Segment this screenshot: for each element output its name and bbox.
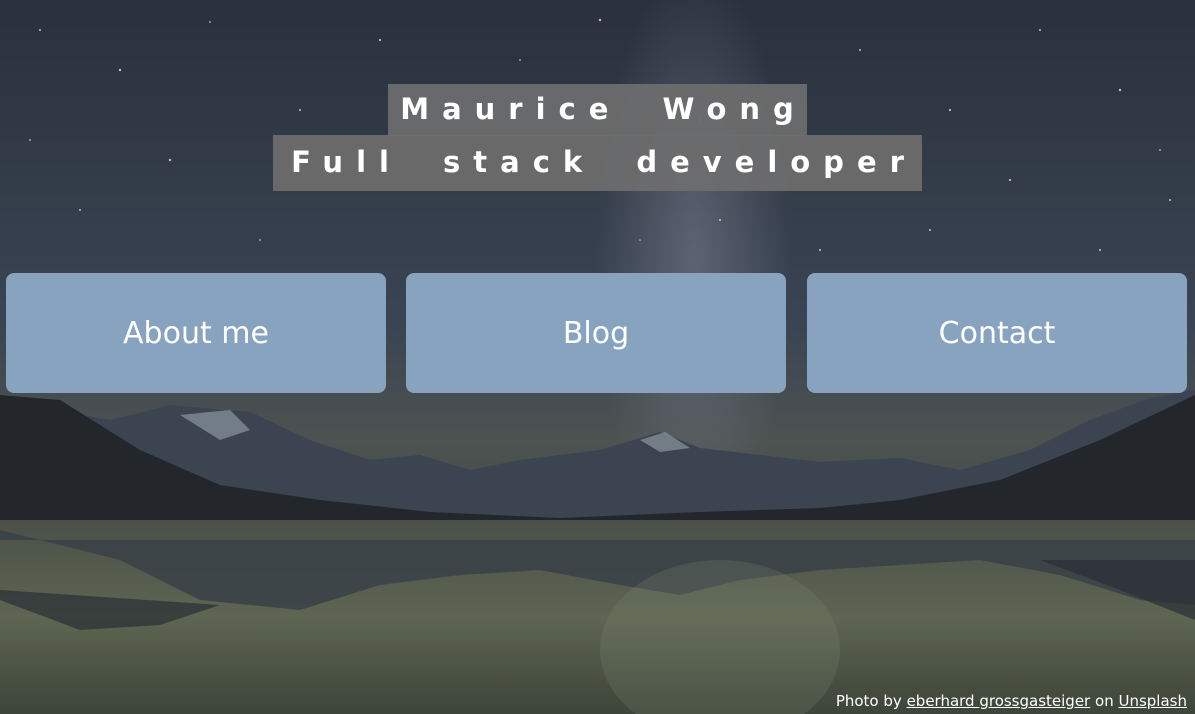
site-owner-name: Maurice Wong	[388, 84, 807, 136]
main-nav: About me Blog Contact	[6, 273, 1187, 393]
job-title: Full stack developer	[273, 135, 922, 191]
photo-credit: Photo by eberhard grossgasteiger on Unsp…	[836, 692, 1187, 710]
contact-button[interactable]: Contact	[807, 273, 1187, 393]
title-block: Maurice Wong Full stack developer	[0, 84, 1195, 191]
photographer-link[interactable]: eberhard grossgasteiger	[907, 692, 1091, 710]
credit-prefix: Photo by	[835, 692, 902, 710]
unsplash-link[interactable]: Unsplash	[1118, 692, 1187, 710]
page: Maurice Wong Full stack developer About …	[0, 0, 1195, 714]
credit-middle: on	[1095, 692, 1114, 710]
about-me-button[interactable]: About me	[6, 273, 386, 393]
blog-button[interactable]: Blog	[406, 273, 786, 393]
